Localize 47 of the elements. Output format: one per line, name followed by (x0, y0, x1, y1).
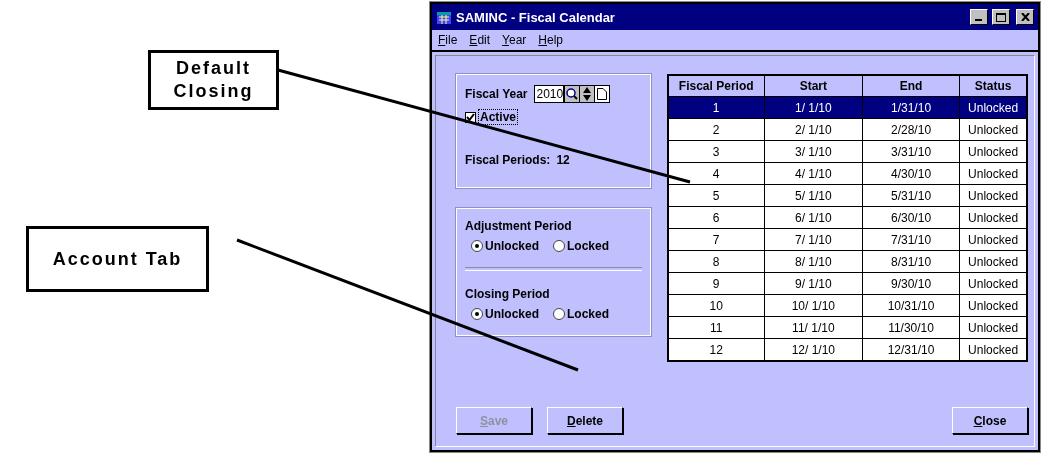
group-label: Adjustment Period (465, 219, 573, 233)
close-icon (1020, 13, 1030, 21)
radio-label: Unlocked (485, 307, 539, 321)
callout-label: Account Tab (26, 226, 209, 292)
radio-button[interactable] (553, 240, 565, 252)
table-cell[interactable]: 5 (667, 184, 765, 207)
checkbox[interactable] (465, 111, 476, 123)
field-value: 12 (556, 153, 570, 167)
table-cell[interactable]: 8 (667, 250, 765, 273)
table-cell[interactable]: 3 (667, 140, 765, 163)
window-title: SAMINC - Fiscal Calendar (456, 9, 616, 25)
table-cell[interactable]: 6 (667, 206, 765, 229)
table-cell[interactable]: 12 (667, 338, 765, 361)
calendar-icon (436, 9, 452, 25)
table-cell[interactable]: 10 (667, 294, 765, 317)
action-button[interactable]: Delete (547, 407, 623, 434)
radio-button[interactable] (471, 240, 483, 252)
column-header[interactable]: Status (959, 75, 1027, 97)
table-cell[interactable]: 9 (667, 272, 765, 295)
menu-item[interactable]: Year (502, 33, 527, 47)
menu-item[interactable]: Help (538, 33, 563, 47)
close-dialog-button[interactable]: Close (952, 407, 1028, 434)
group-label: Closing Period (465, 287, 551, 301)
menu-item[interactable]: Edit (469, 33, 491, 47)
radio-button[interactable] (553, 308, 565, 320)
table-cell[interactable]: 2 (667, 118, 765, 141)
column-header[interactable]: Fiscal Period (667, 75, 765, 97)
maximize-icon (996, 12, 1006, 22)
table-cell[interactable]: 11 (667, 316, 765, 339)
radio-label: Locked (567, 239, 610, 253)
table-cell[interactable]: 7 (667, 228, 765, 251)
menu-item[interactable]: File (438, 33, 458, 47)
field-label: Fiscal Year (465, 87, 528, 101)
year-field[interactable]: 2010 (533, 85, 564, 103)
maximize-button[interactable] (992, 9, 1010, 25)
close-button[interactable] (1016, 9, 1034, 25)
callout-label: Default Closing (148, 50, 279, 110)
table-cell[interactable]: 1 (667, 96, 765, 119)
column-header[interactable]: End (862, 75, 960, 97)
search-icon[interactable] (564, 86, 580, 102)
radio-label: Locked (567, 307, 610, 321)
column-header[interactable]: Start (764, 75, 863, 97)
radio-button[interactable] (471, 308, 483, 320)
field-label: Fiscal Periods: (465, 153, 551, 167)
checkbox-label: Active (478, 109, 519, 125)
minimize-button[interactable] (970, 9, 988, 25)
radio-label: Unlocked (485, 239, 539, 253)
